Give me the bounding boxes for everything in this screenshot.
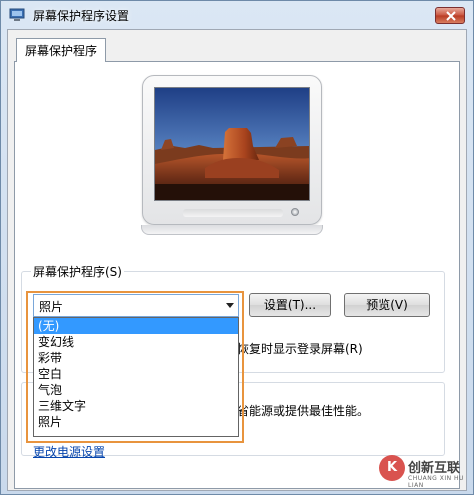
desert-landscape-image [155,88,309,200]
window-title: 屏幕保护程序设置 [33,9,130,23]
monitor-chin [183,209,283,217]
annotation-highlight-box [26,291,244,443]
screensaver-settings-window: 屏幕保护程序设置 屏幕保护程序 屏幕保护程序(S) 照片 设置(T)... 预览… [0,0,474,495]
close-icon [446,11,456,21]
watermark-sub: CHUANG XIN HU LIAN [408,475,464,489]
tab-screensaver[interactable]: 屏幕保护程序 [16,38,107,62]
display-settings-icon [9,8,25,21]
preview-screen [154,87,310,201]
monitor-preview [142,75,322,225]
power-indicator [291,208,299,216]
title-bar[interactable]: 屏幕保护程序设置 [1,1,473,29]
resume-login-checkbox-label[interactable]: 恢复时显示登录屏幕(R) [237,340,363,357]
monitor-base [141,225,323,235]
logo-mark: K [379,455,405,481]
change-power-settings-link[interactable]: 更改电源设置 [33,443,105,460]
screensaver-group-label: 屏幕保护程序(S) [31,263,124,280]
preview-button[interactable]: 预览(V) [344,293,430,317]
power-description: 省能源或提供最佳性能。 [237,404,370,418]
close-button[interactable] [435,7,465,24]
watermark-logo: K 创新互联 CHUANG XIN HU LIAN [377,451,474,493]
settings-button[interactable]: 设置(T)... [249,293,331,317]
watermark-name: 创新互联 [408,461,461,476]
